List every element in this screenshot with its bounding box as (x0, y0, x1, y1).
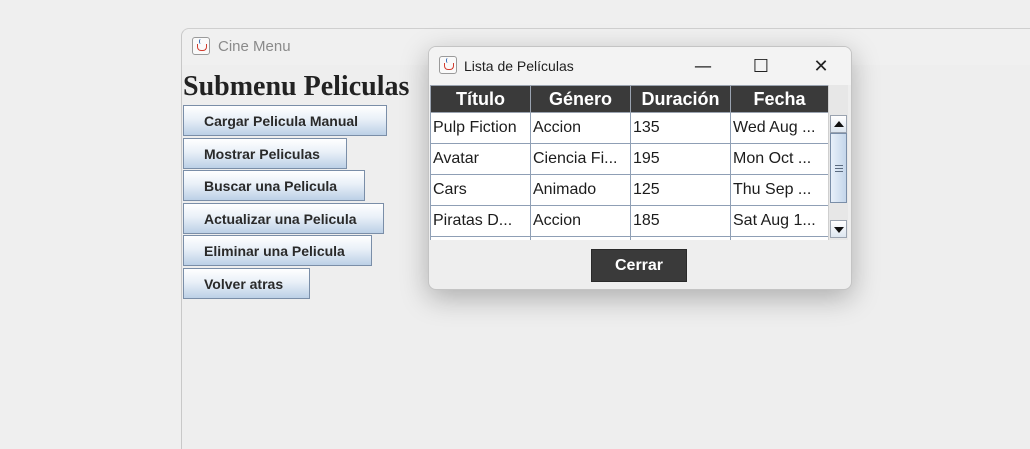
table-cell[interactable]: Piratas D... (430, 205, 531, 237)
table-cell[interactable]: 185 (630, 205, 731, 237)
grip-icon (835, 165, 843, 166)
column-header-genero[interactable]: Género (530, 85, 631, 113)
arrow-down-icon (834, 227, 844, 233)
table-row[interactable]: Cars Animado 125 Thu Sep ... (430, 174, 828, 206)
table-cell[interactable]: 125 (630, 174, 731, 206)
table-cell[interactable]: Ciencia Fi... (530, 143, 631, 175)
grip-icon (835, 171, 843, 172)
table-row[interactable]: Piratas D... Accion 185 Sat Aug 1... (430, 205, 828, 237)
movies-table[interactable]: Título Género Duración Fecha Pulp Fictio… (430, 85, 828, 240)
table-vertical-scrollbar[interactable] (828, 85, 848, 240)
minimize-button[interactable]: — (681, 51, 725, 81)
table-cell[interactable]: Sat Aug 1... (730, 205, 828, 237)
table-cell[interactable]: 135 (630, 112, 731, 144)
column-header-fecha[interactable]: Fecha (730, 85, 828, 113)
table-cell[interactable]: 195 (630, 143, 731, 175)
scroll-down-button[interactable] (830, 220, 847, 238)
scroll-up-button[interactable] (830, 115, 847, 133)
table-cell[interactable]: Cars (430, 174, 531, 206)
grip-icon (835, 168, 843, 169)
lista-peliculas-dialog: Lista de Películas — ☐ ✕ Título Género D… (428, 46, 852, 290)
close-window-button[interactable]: ✕ (799, 51, 843, 81)
column-header-titulo[interactable]: Título (430, 85, 531, 113)
table-cell[interactable]: Mon Oct ... (730, 143, 828, 175)
java-cup-icon (192, 37, 210, 55)
table-cell[interactable]: Pulp Fiction (430, 112, 531, 144)
column-header-duracion[interactable]: Duración (630, 85, 731, 113)
cerrar-button[interactable]: Cerrar (591, 249, 687, 282)
table-row[interactable] (430, 236, 828, 240)
table-cell[interactable]: Wed Aug ... (730, 112, 828, 144)
java-cup-icon (439, 56, 457, 74)
table-row[interactable]: Avatar Ciencia Fi... 195 Mon Oct ... (430, 143, 828, 175)
table-cell[interactable]: Animado (530, 174, 631, 206)
table-cell (430, 236, 531, 240)
table-cell[interactable]: Thu Sep ... (730, 174, 828, 206)
arrow-up-icon (834, 121, 844, 127)
table-cell[interactable]: Accion (530, 112, 631, 144)
mostrar-peliculas-button[interactable]: Mostrar Peliculas (183, 138, 347, 169)
scroll-thumb[interactable] (830, 133, 847, 203)
table-cell (730, 236, 828, 240)
volver-atras-button[interactable]: Volver atras (183, 268, 310, 299)
main-window-title: Cine Menu (218, 38, 291, 55)
dialog-title: Lista de Películas (464, 58, 574, 74)
table-cell[interactable]: Accion (530, 205, 631, 237)
eliminar-pelicula-button[interactable]: Eliminar una Pelicula (183, 235, 372, 266)
table-cell (530, 236, 631, 240)
maximize-button[interactable]: ☐ (739, 51, 783, 81)
table-row[interactable]: Pulp Fiction Accion 135 Wed Aug ... (430, 112, 828, 144)
table-cell (630, 236, 731, 240)
table-header-row: Título Género Duración Fecha (430, 85, 828, 113)
cargar-pelicula-button[interactable]: Cargar Pelicula Manual (183, 105, 387, 136)
table-cell[interactable]: Avatar (430, 143, 531, 175)
buscar-pelicula-button[interactable]: Buscar una Pelicula (183, 170, 365, 201)
submenu-heading: Submenu Peliculas (183, 71, 410, 102)
actualizar-pelicula-button[interactable]: Actualizar una Pelicula (183, 203, 384, 234)
dialog-titlebar[interactable]: Lista de Películas — ☐ ✕ (429, 47, 851, 85)
